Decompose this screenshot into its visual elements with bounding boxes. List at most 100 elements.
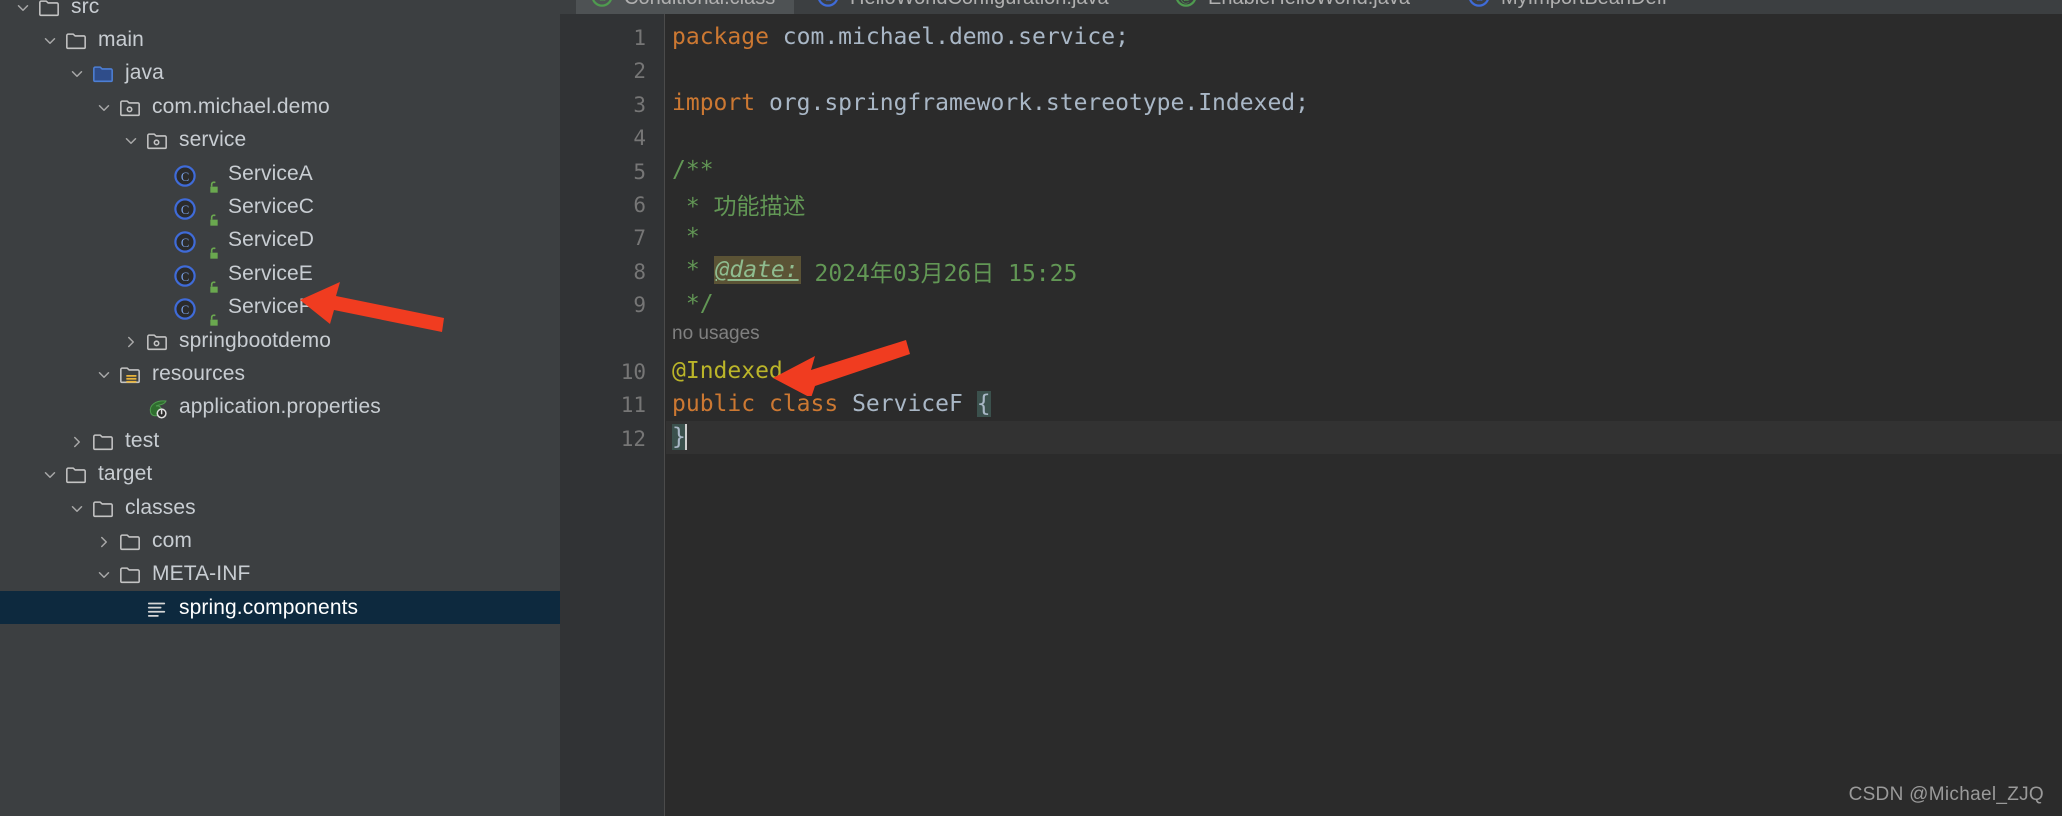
folder-icon bbox=[63, 27, 93, 53]
tree-item-servicec[interactable]: C ServiceC bbox=[0, 190, 560, 226]
package-icon bbox=[144, 127, 174, 153]
tree-item-main[interactable]: main bbox=[0, 23, 560, 56]
tree-item-com-michael-demo[interactable]: com.michael.demo bbox=[0, 90, 560, 123]
tree-item-servicef[interactable]: C ServiceF bbox=[0, 291, 560, 326]
keyword-import: import bbox=[672, 90, 756, 117]
chevron-down-icon[interactable] bbox=[118, 127, 144, 153]
package-name: com.michael.demo.service; bbox=[768, 23, 1129, 50]
svg-text:C: C bbox=[181, 303, 189, 317]
chevron-right-icon[interactable] bbox=[91, 528, 117, 554]
tree-item-servicee[interactable]: C ServiceE bbox=[0, 257, 560, 293]
tree-item-label: spring.components bbox=[179, 595, 359, 619]
code-line-9[interactable]: */ bbox=[666, 287, 2062, 320]
tree-item-test[interactable]: test bbox=[0, 424, 560, 457]
annotation-icon: @ bbox=[1174, 0, 1200, 10]
code-editor-panel[interactable]: C Conditional.class C HelloWorldConfigurati… bbox=[560, 0, 2062, 816]
code-line-2[interactable] bbox=[666, 53, 2062, 86]
tree-item-label: ServiceE bbox=[228, 261, 313, 285]
code-line-10[interactable]: @Indexed bbox=[666, 354, 2062, 387]
chevron-down-icon[interactable] bbox=[37, 27, 63, 53]
tree-item-label: classes bbox=[125, 495, 196, 519]
tree-item-label: ServiceA bbox=[228, 161, 313, 185]
svg-text:C: C bbox=[181, 236, 189, 250]
tree-item-service[interactable]: service bbox=[0, 124, 560, 157]
chevron-down-icon[interactable] bbox=[91, 94, 117, 120]
line-number-5: 5 bbox=[633, 159, 646, 184]
tree-item-spring-components[interactable]: spring.components bbox=[0, 591, 560, 625]
code-line-4[interactable] bbox=[666, 120, 2062, 153]
code-line-8[interactable]: * @date: 2024年03月26日 15:25 bbox=[666, 254, 2062, 287]
editor-tab-bar[interactable]: C Conditional.class C HelloWorldConfigurati… bbox=[560, 0, 2062, 14]
chevron-down-icon[interactable] bbox=[91, 361, 117, 387]
keyword-public: public bbox=[672, 391, 756, 418]
code-line-1[interactable]: package com.michael.demo.service; bbox=[666, 20, 2062, 53]
java-class-icon: C bbox=[171, 294, 201, 320]
tree-item-resources[interactable]: resources bbox=[0, 357, 560, 390]
tree-item-src[interactable]: src bbox=[0, 0, 560, 23]
code-content-area[interactable]: package com.michael.demo.service; import … bbox=[666, 14, 2062, 816]
tree-item-label: com bbox=[152, 528, 192, 552]
package-icon bbox=[144, 328, 174, 354]
tree-item-com[interactable]: com bbox=[0, 524, 560, 557]
tree-item-label: springbootdemo bbox=[179, 328, 331, 352]
tree-item-application-properties[interactable]: application.properties bbox=[0, 391, 560, 424]
editor-tab-myimportbeandefi[interactable]: C MyImportBeanDefi bbox=[1453, 0, 1723, 14]
javadoc-star: * bbox=[672, 257, 714, 284]
tree-item-serviced[interactable]: C ServiceD bbox=[0, 224, 560, 260]
code-line-7[interactable]: * bbox=[666, 220, 2062, 253]
ide-window: src main java com.michael.demo service C Servi… bbox=[0, 0, 2062, 816]
chevron-down-icon[interactable] bbox=[64, 495, 90, 521]
chevron-right-icon[interactable] bbox=[64, 428, 90, 454]
tree-item-meta-inf[interactable]: META-INF bbox=[0, 558, 560, 591]
folder-icon bbox=[36, 0, 66, 20]
tree-item-servicea[interactable]: C ServiceA bbox=[0, 157, 560, 193]
javadoc-blank: * bbox=[672, 224, 700, 251]
project-tree-panel[interactable]: src main java com.michael.demo service C Servi… bbox=[0, 0, 560, 816]
line-number-7: 7 bbox=[633, 226, 646, 251]
chevron-down-icon[interactable] bbox=[91, 561, 117, 587]
svg-text:C: C bbox=[824, 0, 832, 4]
java-class-icon: C bbox=[171, 161, 201, 187]
tree-item-label: test bbox=[125, 428, 160, 452]
tree-item-target[interactable]: target bbox=[0, 457, 560, 490]
tree-item-label: ServiceF bbox=[228, 295, 312, 319]
line-number-6: 6 bbox=[633, 193, 646, 217]
code-line-11[interactable]: public class ServiceF { bbox=[666, 387, 2062, 420]
tree-item-label: resources bbox=[152, 361, 246, 385]
line-number-11: 11 bbox=[620, 393, 646, 418]
tree-item-classes[interactable]: classes bbox=[0, 491, 560, 524]
closing-brace: } bbox=[672, 424, 686, 451]
chevron-down-icon[interactable] bbox=[10, 0, 36, 20]
line-number-4: 4 bbox=[633, 126, 646, 151]
svg-text:@: @ bbox=[1180, 0, 1191, 4]
editor-tab-conditional-class[interactable]: C Conditional.class bbox=[576, 0, 794, 14]
tree-item-java[interactable]: java bbox=[0, 57, 560, 90]
code-line-5[interactable]: /** bbox=[666, 154, 2062, 187]
spring-leaf-icon bbox=[144, 394, 174, 420]
tree-item-label: ServiceC bbox=[228, 195, 314, 219]
editor-tab-enablehelloworld-java[interactable]: @ EnableHelloWorld.java bbox=[1160, 0, 1445, 14]
editor-tab-helloworldconfiguration-java[interactable]: C HelloWorldConfiguration.java bbox=[802, 0, 1152, 14]
tree-item-springbootdemo[interactable]: springbootdemo bbox=[0, 324, 560, 357]
keyword-class: class bbox=[768, 391, 839, 418]
chevron-down-icon[interactable] bbox=[64, 60, 90, 86]
line-number-8: 8 bbox=[633, 259, 646, 284]
code-line-12[interactable]: } bbox=[666, 420, 2062, 455]
import-path: org.springframework.stereotype.Indexed; bbox=[755, 90, 1309, 117]
tree-item-label: src bbox=[71, 0, 100, 18]
folder-icon bbox=[63, 461, 93, 487]
code-line-3[interactable]: import org.springframework.stereotype.In… bbox=[666, 87, 2062, 120]
svg-text:C: C bbox=[598, 0, 606, 4]
chevron-right-icon[interactable] bbox=[118, 328, 144, 354]
folder-icon bbox=[90, 495, 120, 521]
inlay-hint-no-usages[interactable]: no usages bbox=[672, 323, 760, 345]
editor-gutter[interactable]: 1 2 3 4 5 6 7 8 9 10 11 12 bbox=[560, 14, 665, 816]
chevron-down-icon[interactable] bbox=[37, 461, 63, 487]
text-file-icon bbox=[144, 595, 174, 621]
tree-item-label: target bbox=[98, 462, 153, 486]
watermark: CSDN @Michael_ZJQ bbox=[1848, 784, 2044, 805]
code-line-6[interactable]: * 功能描述 bbox=[666, 187, 2062, 220]
